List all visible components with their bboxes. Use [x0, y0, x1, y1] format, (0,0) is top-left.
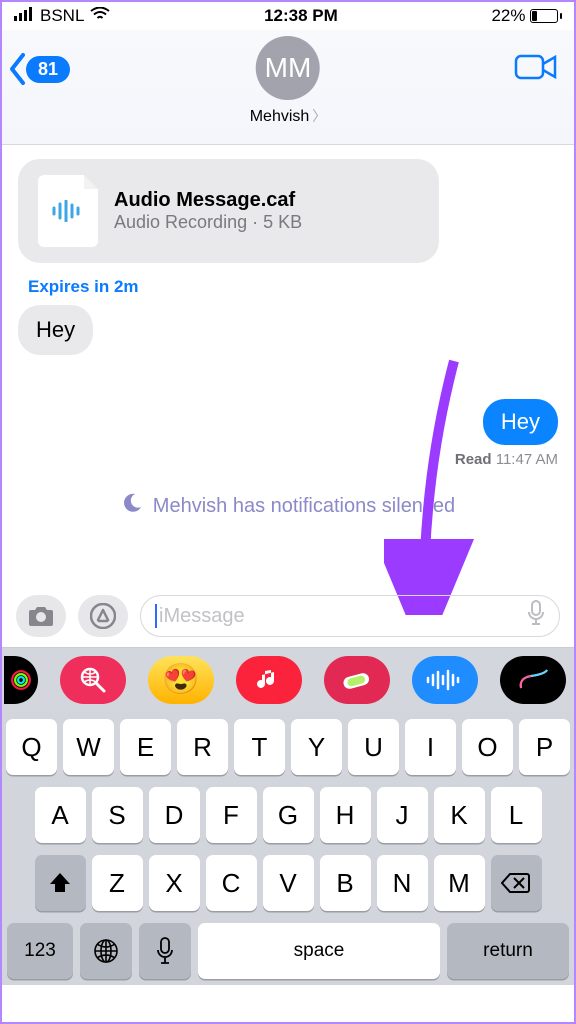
- battery-icon: [530, 9, 563, 23]
- key-e[interactable]: E: [120, 719, 171, 775]
- back-button[interactable]: 81: [8, 52, 70, 86]
- annotation-arrow: [384, 355, 484, 615]
- key-row-3: ZXCVBNM: [7, 855, 569, 911]
- backspace-key[interactable]: [491, 855, 542, 911]
- appstore-icon: [90, 603, 116, 629]
- conversation-area[interactable]: Audio Message.caf Audio Recording · 5 KB…: [2, 145, 574, 587]
- incoming-text: Hey: [36, 317, 75, 342]
- read-receipt: Read 11:47 AM: [18, 451, 558, 468]
- app-music[interactable]: [236, 656, 302, 704]
- return-key[interactable]: return: [447, 923, 569, 979]
- file-subtitle: Audio Recording · 5 KB: [114, 212, 302, 233]
- key-row-1: QWERTYUIOP: [7, 719, 569, 775]
- notifications-silenced: Mehvish has notifications silenced: [18, 492, 558, 520]
- key-t[interactable]: T: [234, 719, 285, 775]
- dictation-key[interactable]: [139, 923, 191, 979]
- key-h[interactable]: H: [320, 787, 371, 843]
- key-n[interactable]: N: [377, 855, 428, 911]
- key-d[interactable]: D: [149, 787, 200, 843]
- space-key[interactable]: space: [198, 923, 440, 979]
- globe-key[interactable]: [80, 923, 132, 979]
- key-a[interactable]: A: [35, 787, 86, 843]
- imessage-screen: BSNL 12:38 PM 22% 81 MM Mehvish〉: [0, 0, 576, 1024]
- app-memoji[interactable]: 😍: [148, 656, 214, 704]
- memoji-icon: 😍: [162, 662, 199, 697]
- waveform-icon: [51, 200, 85, 222]
- moon-icon: [121, 492, 143, 520]
- key-o[interactable]: O: [462, 719, 513, 775]
- key-c[interactable]: C: [206, 855, 257, 911]
- app-audio[interactable]: [412, 656, 478, 704]
- key-row-2: ASDFGHJKL: [7, 787, 569, 843]
- audio-wave-icon: [425, 669, 465, 691]
- avatar: MM: [256, 36, 320, 100]
- placeholder: iMessage: [159, 605, 245, 628]
- compose-row: iMessage: [2, 587, 574, 647]
- activity-icon: [10, 665, 32, 695]
- outgoing-text: Hey: [501, 409, 540, 434]
- key-k[interactable]: K: [434, 787, 485, 843]
- app-fitness[interactable]: [324, 656, 390, 704]
- key-r[interactable]: R: [177, 719, 228, 775]
- chevron-right-icon: 〉: [312, 108, 326, 124]
- keyboard[interactable]: QWERTYUIOP ASDFGHJKL ZXCVBNM 123 space r…: [2, 711, 574, 985]
- facetime-button[interactable]: [514, 52, 558, 87]
- signal-icon: [14, 6, 34, 26]
- key-m[interactable]: M: [434, 855, 485, 911]
- contact-button[interactable]: MM Mehvish〉: [250, 36, 327, 126]
- key-y[interactable]: Y: [291, 719, 342, 775]
- expires-label: Expires in 2m: [28, 277, 558, 297]
- camera-icon: [27, 605, 55, 627]
- key-j[interactable]: J: [377, 787, 428, 843]
- contact-name: Mehvish: [250, 108, 310, 125]
- chevron-left-icon: [8, 52, 28, 86]
- key-z[interactable]: Z: [92, 855, 143, 911]
- battery-fill: [532, 11, 538, 21]
- key-l[interactable]: L: [491, 787, 542, 843]
- key-row-4: 123 space return: [7, 923, 569, 979]
- key-b[interactable]: B: [320, 855, 371, 911]
- search-globe-icon: [78, 665, 108, 695]
- camera-button[interactable]: [16, 595, 66, 637]
- music-icon: [256, 667, 282, 693]
- status-bar: BSNL 12:38 PM 22%: [2, 2, 574, 30]
- key-p[interactable]: P: [519, 719, 570, 775]
- brush-icon: [517, 668, 549, 692]
- key-f[interactable]: F: [206, 787, 257, 843]
- unread-badge: 81: [26, 56, 70, 83]
- app-activity[interactable]: [4, 656, 38, 704]
- key-g[interactable]: G: [263, 787, 314, 843]
- key-v[interactable]: V: [263, 855, 314, 911]
- message-input[interactable]: iMessage: [140, 595, 560, 637]
- shift-key[interactable]: [35, 855, 86, 911]
- appstore-button[interactable]: [78, 595, 128, 637]
- key-u[interactable]: U: [348, 719, 399, 775]
- conversation-header: 81 MM Mehvish〉: [2, 30, 574, 145]
- backspace-icon: [501, 872, 531, 894]
- incoming-bubble[interactable]: Hey: [18, 305, 93, 355]
- app-search[interactable]: [60, 656, 126, 704]
- mic-icon: [156, 937, 174, 965]
- key-w[interactable]: W: [63, 719, 114, 775]
- numbers-key[interactable]: 123: [7, 923, 73, 979]
- audio-file-bubble[interactable]: Audio Message.caf Audio Recording · 5 KB: [18, 159, 439, 263]
- outgoing-bubble[interactable]: Hey: [483, 399, 558, 445]
- key-s[interactable]: S: [92, 787, 143, 843]
- battery-pct: 22%: [491, 6, 525, 26]
- app-digital-touch[interactable]: [500, 656, 566, 704]
- fitness-icon: [341, 668, 373, 692]
- key-x[interactable]: X: [149, 855, 200, 911]
- globe-icon: [93, 938, 119, 964]
- file-title: Audio Message.caf: [114, 189, 302, 212]
- shift-icon: [48, 871, 72, 895]
- carrier-label: BSNL: [40, 6, 84, 26]
- imessage-app-strip[interactable]: 😍: [2, 647, 574, 711]
- file-icon: [38, 175, 98, 247]
- wifi-icon: [90, 6, 110, 26]
- key-i[interactable]: I: [405, 719, 456, 775]
- dictation-icon[interactable]: [527, 600, 545, 632]
- key-q[interactable]: Q: [6, 719, 57, 775]
- clock: 12:38 PM: [264, 6, 338, 26]
- text-cursor: [155, 604, 157, 628]
